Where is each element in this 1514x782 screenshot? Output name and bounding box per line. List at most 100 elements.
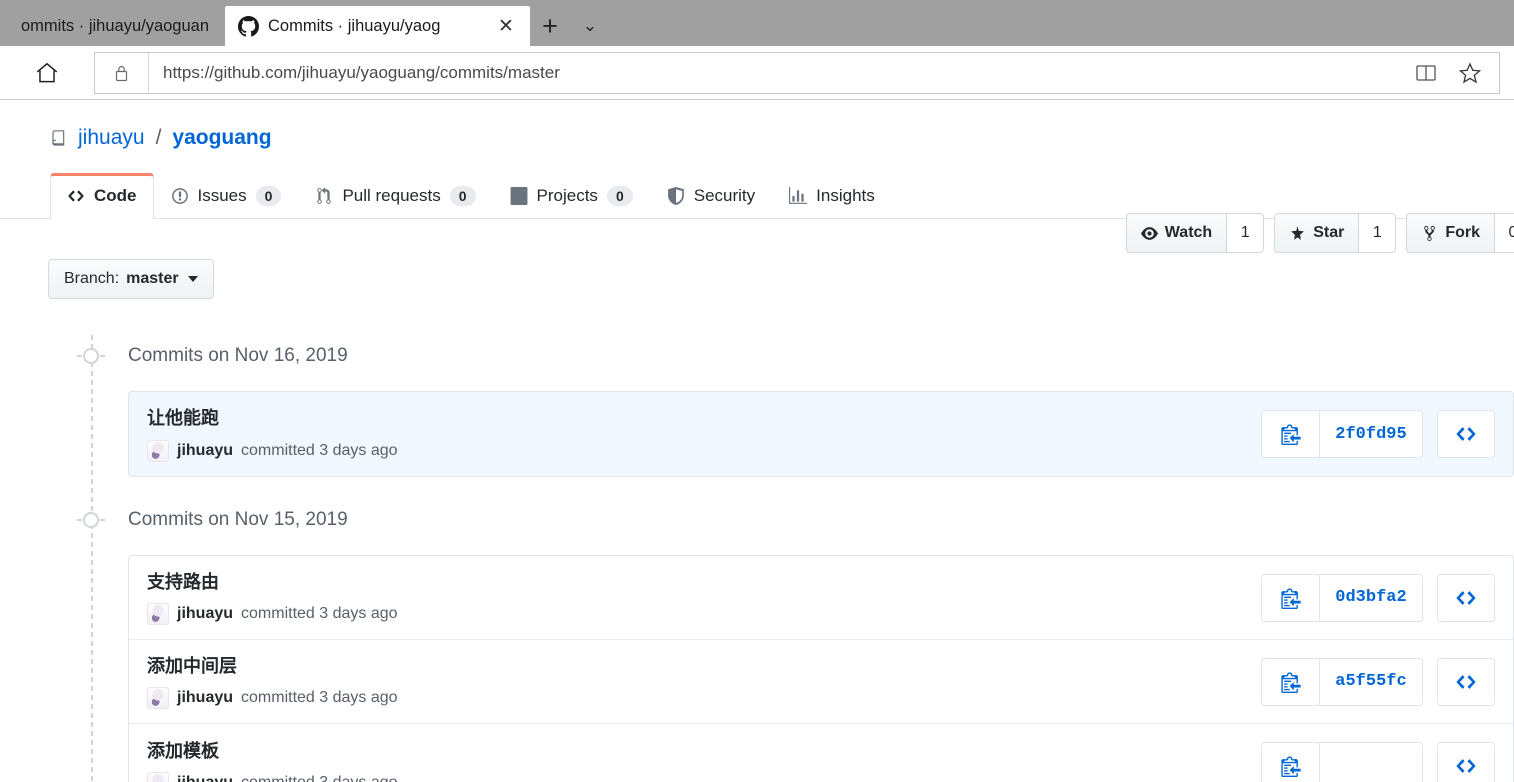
- commit-row[interactable]: 让他能跑 jihuayu committed 3 days ago 2f0fd9…: [129, 392, 1513, 476]
- browse-code-button[interactable]: [1437, 657, 1495, 706]
- graph-icon: [789, 187, 808, 204]
- timeline-node-icon: [77, 512, 105, 528]
- book-icon[interactable]: [1409, 56, 1443, 90]
- commit-group: Commits on Nov 16, 2019 让他能跑 jihuayu com…: [70, 335, 1514, 477]
- clipboard-copy-icon[interactable]: [1261, 657, 1319, 706]
- browser-tab-strip: ommits · jihuayu/yaoguan Commits · jihua…: [0, 0, 1514, 46]
- repository-nav-tabs: Code Issues 0 Pull requests 0 Projects 0…: [0, 172, 1514, 219]
- commit-author[interactable]: jihuayu: [177, 605, 233, 623]
- browser-tab-title: Commits · jihuayu/yaog: [268, 16, 441, 35]
- code-icon: [1456, 759, 1476, 774]
- star-icon[interactable]: [1453, 56, 1487, 90]
- fork-button-group: Fork 0: [1406, 213, 1514, 253]
- commit-hash[interactable]: 2f0fd95: [1319, 410, 1423, 458]
- tab-pull-requests-count: 0: [449, 186, 476, 206]
- watch-count[interactable]: 1: [1226, 213, 1265, 253]
- code-icon: [1456, 674, 1476, 689]
- code-icon: [68, 190, 84, 202]
- tab-projects-count: 0: [606, 186, 633, 206]
- close-icon[interactable]: ✕: [495, 15, 517, 37]
- browse-code-button[interactable]: [1437, 410, 1495, 458]
- tab-issues[interactable]: Issues 0: [154, 173, 299, 219]
- url-text[interactable]: https://github.com/jihuayu/yaoguang/comm…: [149, 63, 1409, 83]
- commit-meta: jihuayu committed 3 days ago: [147, 603, 1245, 626]
- tab-projects-label: Projects: [536, 186, 598, 205]
- commit-hash[interactable]: a5f55fc: [1319, 657, 1423, 706]
- fork-button[interactable]: Fork: [1406, 213, 1494, 253]
- clipboard-copy-icon[interactable]: [1261, 410, 1319, 458]
- commit-message[interactable]: 添加模板: [147, 739, 1245, 764]
- commit-message[interactable]: 添加中间层: [147, 654, 1245, 679]
- chevron-down-icon[interactable]: ⌄: [570, 6, 610, 46]
- commit-timestamp: committed 3 days ago: [241, 774, 398, 782]
- commit-message[interactable]: 让他能跑: [147, 406, 1245, 431]
- commit-message[interactable]: 支持路由: [147, 570, 1245, 595]
- commit-hash-group: 2f0fd95: [1261, 410, 1423, 458]
- commit-hash-group: a5f55fc: [1261, 657, 1423, 706]
- commit-meta: jihuayu committed 3 days ago: [147, 687, 1245, 710]
- browser-tab-title: ommits · jihuayu/yaoguan: [21, 16, 210, 35]
- fork-count[interactable]: 0: [1494, 213, 1514, 253]
- branch-selector[interactable]: Branch: master: [48, 259, 214, 299]
- new-tab-button[interactable]: +: [530, 6, 570, 46]
- tab-issues-count: 0: [255, 186, 282, 206]
- repository-actions: Watch 1 Star 1 Fork 0: [1125, 213, 1514, 253]
- star-button[interactable]: Star: [1274, 213, 1359, 253]
- commit-timestamp: committed 3 days ago: [241, 605, 398, 623]
- tab-security-label: Security: [693, 186, 756, 205]
- tab-insights[interactable]: Insights: [772, 173, 892, 219]
- commit-row[interactable]: 添加模板 jihuayu committed 3 days ago: [129, 724, 1513, 782]
- browse-code-button[interactable]: [1437, 742, 1495, 782]
- url-input-field[interactable]: https://github.com/jihuayu/yaoguang/comm…: [94, 51, 1500, 94]
- avatar: [147, 603, 169, 626]
- browser-tab-active[interactable]: Commits · jihuayu/yaog ✕: [225, 6, 530, 46]
- git-pull-request-icon: [317, 187, 332, 204]
- repository-title: jihuayu / yaoguang: [22, 120, 272, 150]
- commits-content: Branch: master Commits on Nov 16, 2019 让…: [0, 219, 1514, 782]
- commit-author[interactable]: jihuayu: [177, 442, 233, 460]
- repo-separator: /: [155, 126, 162, 149]
- project-icon: [510, 187, 527, 205]
- browse-code-button[interactable]: [1437, 573, 1495, 622]
- commit-hash[interactable]: 0d3bfa2: [1319, 573, 1423, 622]
- commit-group-header: Commits on Nov 16, 2019: [70, 335, 1514, 377]
- tab-projects[interactable]: Projects 0: [493, 173, 650, 219]
- avatar: [147, 439, 169, 462]
- commit-meta: jihuayu committed 3 days ago: [147, 439, 1245, 462]
- commit-hash-group: 0d3bfa2: [1261, 573, 1423, 622]
- commit-timestamp: committed 3 days ago: [241, 441, 398, 459]
- commit-hash[interactable]: [1319, 742, 1423, 782]
- clipboard-copy-icon[interactable]: [1261, 742, 1319, 782]
- repo-owner-link[interactable]: jihuayu: [78, 126, 145, 150]
- tab-pull-requests[interactable]: Pull requests 0: [298, 173, 492, 219]
- browser-tab-inactive[interactable]: ommits · jihuayu/yaoguan: [0, 6, 225, 46]
- tab-security[interactable]: Security: [650, 173, 772, 219]
- commit-group-date: Commits on Nov 15, 2019: [128, 509, 348, 530]
- lock-icon: [95, 52, 149, 93]
- code-icon: [1456, 590, 1476, 605]
- avatar: [147, 687, 169, 710]
- commit-row[interactable]: 支持路由 jihuayu committed 3 days ago 0d3bfa…: [129, 556, 1513, 641]
- commit-author[interactable]: jihuayu: [177, 774, 233, 782]
- star-count[interactable]: 1: [1358, 213, 1397, 253]
- tab-issues-label: Issues: [197, 186, 247, 205]
- code-icon: [1456, 427, 1476, 441]
- commit-group-header: Commits on Nov 15, 2019: [70, 499, 1514, 541]
- commit-actions: 0d3bfa2: [1245, 573, 1495, 622]
- browser-url-bar: https://github.com/jihuayu/yaoguang/comm…: [0, 46, 1514, 100]
- commit-group: Commits on Nov 15, 2019 支持路由 jihuayu com…: [70, 499, 1514, 782]
- watch-button[interactable]: Watch: [1125, 213, 1227, 253]
- commit-timestamp: committed 3 days ago: [241, 689, 398, 707]
- chevron-down-icon: [187, 276, 198, 282]
- commit-row[interactable]: 添加中间层 jihuayu committed 3 days ago a5f55…: [129, 640, 1513, 725]
- home-icon[interactable]: [0, 46, 94, 100]
- commit-author[interactable]: jihuayu: [177, 689, 233, 707]
- clipboard-copy-icon[interactable]: [1261, 573, 1319, 622]
- commit-list: 支持路由 jihuayu committed 3 days ago 0d3bfa…: [128, 555, 1514, 782]
- issue-opened-icon: [171, 188, 188, 204]
- branch-label: Branch:: [64, 270, 120, 287]
- tab-code-label: Code: [94, 186, 137, 205]
- repo-name-link[interactable]: yaoguang: [172, 126, 271, 150]
- branch-value: master: [126, 270, 179, 287]
- tab-code[interactable]: Code: [50, 173, 154, 219]
